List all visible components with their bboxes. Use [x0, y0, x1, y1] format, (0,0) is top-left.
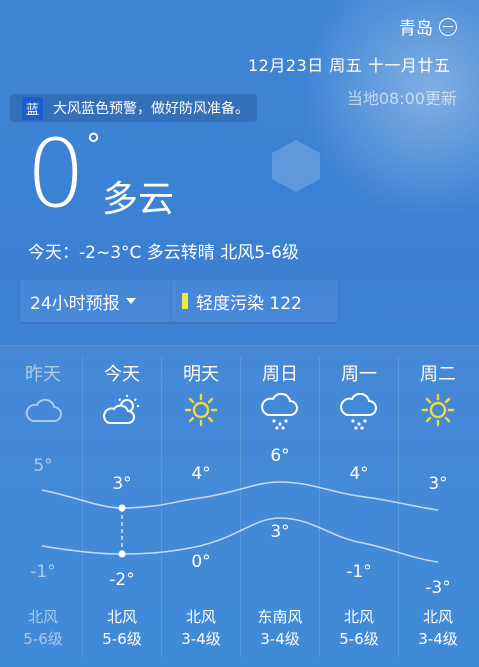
- wind-direction: 北风: [106, 608, 137, 626]
- wind-direction: 北风: [27, 608, 58, 626]
- warning-text: 大风蓝色预警，做好防风准备。: [53, 101, 250, 117]
- wind-info: 北风 5-6级: [319, 606, 399, 650]
- air-quality-button[interactable]: 轻度污染 122: [172, 280, 338, 322]
- low-temperature: 3°: [270, 522, 290, 542]
- wind-direction: 东南风: [257, 608, 303, 626]
- day-name: 周日: [262, 364, 298, 385]
- aqi-indicator: [182, 293, 188, 309]
- update-time: 当地08:00更新: [346, 89, 457, 108]
- city-name[interactable]: 青岛: [399, 14, 433, 39]
- wind-level: 5-6级: [23, 630, 63, 648]
- high-temperature: 3°: [428, 474, 448, 494]
- wind-info: 北风 3-4级: [161, 606, 241, 650]
- wind-info: 东南风 3-4级: [240, 606, 320, 650]
- low-temperature: -1°: [346, 562, 372, 582]
- aqi-label: 轻度污染 122: [196, 293, 302, 314]
- degree-symbol: °: [86, 128, 101, 163]
- sun-icon: [161, 393, 241, 427]
- partly-cloudy-icon: [82, 393, 162, 427]
- high-temperature: 4°: [191, 464, 211, 484]
- snow-cloud-icon: [240, 393, 320, 431]
- location-switch-icon[interactable]: [439, 17, 457, 36]
- wind-direction: 北风: [343, 608, 374, 626]
- snow-cloud-icon: [319, 393, 399, 431]
- high-temperature: 5°: [33, 456, 53, 476]
- today-summary: 今天：-2~3°C 多云转晴 北风5-6级: [28, 243, 299, 263]
- low-temperature: -3°: [425, 578, 451, 598]
- wind-info: 北风 3-4级: [398, 606, 478, 650]
- location-header[interactable]: 青岛: [399, 14, 457, 39]
- dropdown-caret-icon: [125, 298, 136, 304]
- day-name: 周一: [341, 364, 377, 385]
- wind-direction: 北风: [185, 608, 216, 626]
- day-name: 周二: [420, 364, 456, 385]
- hourly-forecast-label: 24小时预报: [30, 293, 120, 314]
- day-name: 今天: [104, 364, 140, 385]
- low-temperature: -1°: [30, 562, 56, 582]
- low-temperature: -2°: [109, 570, 135, 590]
- wind-direction: 北风: [422, 608, 453, 626]
- cloud-icon: [3, 393, 83, 427]
- high-temperature: 3°: [112, 474, 132, 494]
- current-condition: 多云: [102, 179, 175, 220]
- wind-level: 5-6级: [339, 630, 379, 648]
- warning-badge: 蓝: [22, 96, 44, 120]
- sun-icon: [398, 393, 478, 427]
- high-temperature: 6°: [270, 446, 290, 466]
- high-temperature: 4°: [349, 464, 369, 484]
- wind-info: 北风 5-6级: [3, 606, 83, 650]
- current-temperature: 0: [26, 120, 86, 229]
- weather-warning-banner[interactable]: 蓝 大风蓝色预警，做好防风准备。: [10, 94, 258, 122]
- wind-level: 3-4级: [260, 630, 300, 648]
- wind-info: 北风 5-6级: [82, 606, 162, 650]
- wind-level: 5-6级: [102, 630, 142, 648]
- hourly-forecast-button[interactable]: 24小时预报: [20, 280, 176, 322]
- day-name: 明天: [183, 364, 219, 385]
- date-line: 12月23日 周五 十一月廿五: [248, 56, 451, 75]
- day-name: 昨天: [25, 364, 61, 385]
- hexagon-decoration: [272, 140, 320, 192]
- wind-level: 3-4级: [181, 630, 221, 648]
- low-temperature: 0°: [191, 552, 211, 572]
- weather-screen: 青岛 12月23日 周五 十一月廿五 当地08:00更新 蓝 大风蓝色预警，做好…: [0, 0, 479, 667]
- wind-level: 3-4级: [418, 630, 458, 648]
